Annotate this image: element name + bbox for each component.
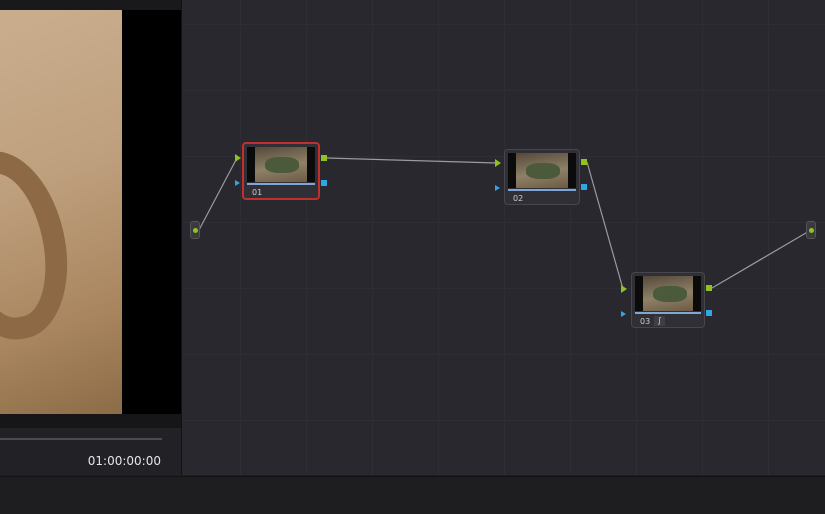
node-label: 02 xyxy=(513,194,523,203)
node-bar xyxy=(508,189,576,191)
scrubber-bar[interactable] xyxy=(0,438,162,440)
node-thumbnail xyxy=(635,276,701,311)
rgb-input-pin[interactable] xyxy=(235,154,241,162)
alpha-output-pin[interactable] xyxy=(321,180,327,186)
alpha-output-pin[interactable] xyxy=(706,310,712,316)
connection-02-03 xyxy=(587,162,623,289)
alpha-output-pin[interactable] xyxy=(581,184,587,190)
connection-03-output xyxy=(712,230,811,288)
alpha-input-pin[interactable] xyxy=(235,180,240,186)
source-input-node[interactable] xyxy=(190,221,200,239)
curves-icon: ∫ xyxy=(654,316,665,326)
node-editor[interactable]: 01 02 03 ∫ xyxy=(182,0,825,475)
node-bar xyxy=(247,183,315,185)
alpha-input-pin[interactable] xyxy=(621,311,626,317)
viewer-frame xyxy=(0,10,181,414)
connection-01-02 xyxy=(327,158,497,163)
viewer-image xyxy=(0,10,122,414)
viewer-panel: 01:00:00:00 xyxy=(0,0,181,475)
viewer-controls: 01:00:00:00 xyxy=(0,428,181,475)
viewer-header xyxy=(0,0,181,10)
rgb-output-pin[interactable] xyxy=(581,159,587,165)
rgb-input-pin[interactable] xyxy=(621,285,627,293)
connection-input-01 xyxy=(199,158,237,230)
node-bar xyxy=(635,312,701,314)
timecode: 01:00:00:00 xyxy=(88,454,161,468)
bottom-panel xyxy=(0,476,825,514)
rgb-output-pin[interactable] xyxy=(706,285,712,291)
output-node[interactable] xyxy=(806,221,816,239)
rgb-input-pin[interactable] xyxy=(495,159,501,167)
viewer-strip xyxy=(0,414,181,428)
node-label: 01 xyxy=(252,188,262,197)
alpha-input-pin[interactable] xyxy=(495,185,500,191)
node-connections xyxy=(182,0,825,475)
node-02[interactable]: 02 xyxy=(504,149,580,205)
node-03[interactable]: 03 ∫ xyxy=(631,272,705,328)
node-01[interactable]: 01 xyxy=(242,142,320,200)
rgb-output-pin[interactable] xyxy=(321,155,327,161)
node-thumbnail xyxy=(247,147,315,182)
node-thumbnail xyxy=(508,153,576,188)
node-label: 03 xyxy=(640,317,650,326)
